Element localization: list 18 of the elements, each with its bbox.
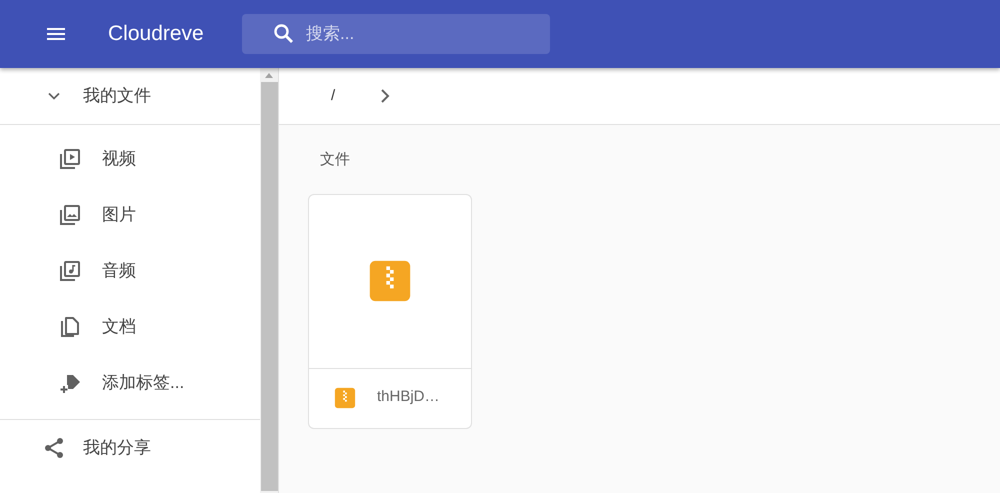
sidebar-item[interactable]: 图片 (0, 187, 260, 243)
copy-icon (58, 315, 82, 339)
sidebar-item[interactable]: 我的文件 (0, 68, 260, 124)
sidebar-item[interactable]: 视频 (0, 131, 260, 187)
sidebar-item[interactable]: 文档 (0, 299, 260, 355)
play-icon (58, 147, 82, 171)
app-title: Cloudreve (108, 21, 205, 48)
sidebar-item[interactable]: 音频 (0, 243, 260, 299)
image-icon (58, 203, 82, 227)
share-icon (42, 436, 66, 460)
file-card[interactable]: thHBjD… (308, 194, 472, 428)
sidebar-item[interactable]: 添加标签... (0, 355, 260, 411)
section-heading: 文件 (320, 151, 350, 168)
zip-file-icon (334, 386, 356, 408)
file-name: thHBjD… (377, 387, 440, 408)
music-note-icon (58, 259, 82, 283)
breadcrumb-path[interactable]: / (331, 84, 336, 108)
zip-file-icon (368, 259, 412, 303)
